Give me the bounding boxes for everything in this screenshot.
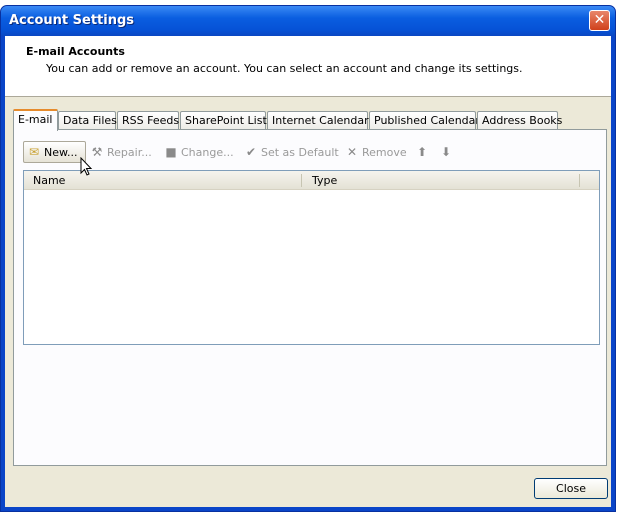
repair-button[interactable]: ⚒ Repair... [90, 141, 152, 163]
move-down-button[interactable]: ⬇ [439, 141, 453, 163]
column-divider[interactable] [301, 174, 302, 187]
tab-sharepoint-lists[interactable]: SharePoint Lists [180, 111, 273, 130]
tab-email[interactable]: E-mail [13, 109, 58, 131]
remove-label: Remove [362, 145, 407, 159]
change-icon: ■ [165, 145, 177, 159]
header-description: You can add or remove an account. You ca… [46, 62, 523, 75]
close-icon[interactable]: ✕ [589, 10, 610, 31]
account-settings-window: Account Settings ✕ E-mail Accounts You c… [0, 5, 616, 512]
change-label: Change... [181, 145, 234, 159]
arrow-up-icon: ⬆ [416, 145, 428, 159]
tab-internet-calendars[interactable]: Internet Calendars [267, 111, 374, 130]
remove-button[interactable]: ✕ Remove [345, 141, 407, 163]
mouse-cursor-icon [80, 157, 93, 176]
move-up-button[interactable]: ⬆ [415, 141, 429, 163]
header-title: E-mail Accounts [26, 45, 125, 58]
set-default-label: Set as Default [261, 145, 339, 159]
new-account-icon: ✉ [28, 145, 40, 159]
dialog-body: E-mail Accounts You can add or remove an… [5, 36, 611, 507]
new-button[interactable]: ✉ New... [23, 141, 86, 163]
set-as-default-button[interactable]: ✔ Set as Default [244, 141, 339, 163]
tab-data-files[interactable]: Data Files [58, 111, 117, 130]
remove-x-icon: ✕ [346, 145, 358, 159]
email-tab-panel: ✉ New... ⚒ Repair... ■ Change... ✔ Set as De… [13, 129, 607, 466]
title-bar[interactable]: Account Settings ✕ [1, 6, 615, 36]
account-list[interactable]: Name Type [23, 170, 600, 345]
tab-rss-feeds[interactable]: RSS Feeds [117, 111, 179, 130]
tab-address-books[interactable]: Address Books [477, 111, 562, 130]
repair-label: Repair... [107, 145, 152, 159]
new-label: New... [44, 145, 78, 159]
check-circle-icon: ✔ [245, 145, 257, 159]
list-header: Name Type [24, 171, 599, 190]
tab-published-calendars[interactable]: Published Calendars [369, 111, 486, 130]
header: E-mail Accounts You can add or remove an… [5, 36, 611, 97]
window-title: Account Settings [9, 13, 135, 28]
column-type[interactable]: Type [312, 174, 337, 187]
arrow-down-icon: ⬇ [440, 145, 452, 159]
close-button[interactable]: Close [534, 478, 608, 499]
change-button[interactable]: ■ Change... [164, 141, 234, 163]
column-divider[interactable] [579, 174, 580, 187]
column-name[interactable]: Name [33, 174, 65, 187]
